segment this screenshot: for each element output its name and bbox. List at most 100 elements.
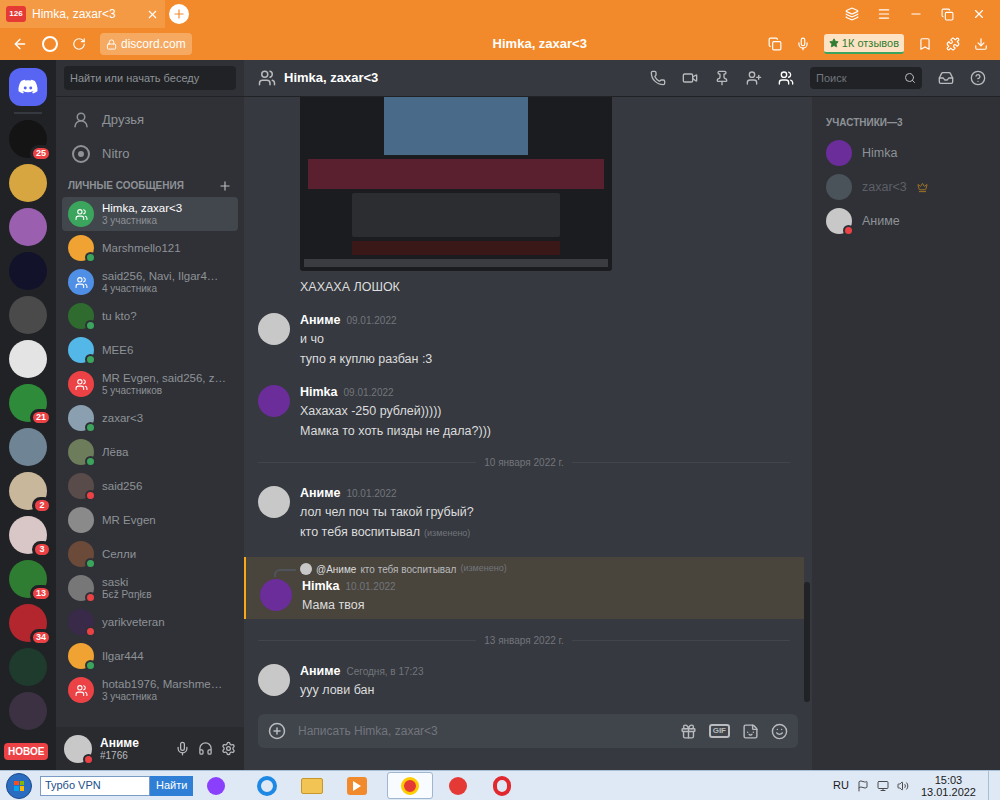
language-indicator[interactable]: RU — [833, 777, 849, 794]
server-icon[interactable]: 21 — [9, 384, 47, 422]
back-icon[interactable] — [12, 36, 28, 52]
avatar[interactable] — [258, 313, 290, 345]
yandex-browser-button[interactable] — [387, 772, 433, 799]
avatar[interactable] — [68, 235, 94, 261]
address-bar[interactable]: discord.com — [100, 33, 192, 55]
dm-item[interactable]: zaxar<3 — [62, 401, 238, 435]
dm-item[interactable]: tu kto? — [62, 299, 238, 333]
close-window-icon[interactable] — [972, 7, 986, 21]
server-icon[interactable]: 34 — [9, 604, 47, 642]
avatar[interactable] — [68, 609, 94, 635]
server-icon[interactable]: 2 — [9, 472, 47, 510]
dm-item[interactable]: yarikveteran — [62, 605, 238, 639]
message-author[interactable]: Аниме — [300, 311, 340, 329]
close-tab-icon[interactable] — [146, 8, 159, 21]
message-author[interactable]: Himka — [300, 383, 338, 401]
settings-icon[interactable] — [221, 741, 236, 756]
dm-item[interactable]: Лёва — [62, 435, 238, 469]
member-item[interactable]: zaxar<3 — [820, 170, 992, 204]
avatar[interactable] — [64, 735, 92, 763]
new-dm-icon[interactable] — [218, 179, 232, 193]
tabs-icon[interactable] — [845, 7, 859, 21]
add-member-icon[interactable] — [746, 70, 762, 86]
show-desktop-button[interactable] — [988, 771, 1000, 800]
home-button[interactable] — [9, 68, 47, 106]
server-icon[interactable] — [9, 648, 47, 686]
refresh-icon[interactable] — [72, 37, 86, 51]
yandex-icon[interactable] — [449, 777, 467, 795]
gif-button[interactable]: GIF — [709, 724, 730, 738]
nav-item[interactable]: Друзья — [62, 103, 238, 137]
reviews-pill[interactable]: 1К отзывов — [824, 34, 904, 55]
avatar[interactable] — [68, 507, 94, 533]
message-input[interactable]: Написать Himka, zaxar<3GIF — [258, 714, 798, 748]
mic-icon[interactable] — [175, 741, 190, 756]
network-icon[interactable] — [877, 780, 889, 792]
ie-icon[interactable] — [257, 776, 277, 796]
member-item[interactable]: Аниме — [820, 204, 992, 238]
download-icon[interactable] — [974, 37, 988, 51]
new-tab-button[interactable] — [169, 4, 189, 24]
server-icon[interactable] — [9, 692, 47, 730]
taskbar-search-button[interactable]: Найти — [150, 776, 193, 796]
opera-icon[interactable] — [493, 776, 511, 796]
avatar[interactable] — [68, 303, 94, 329]
call-icon[interactable] — [650, 70, 666, 86]
start-button[interactable] — [6, 773, 32, 799]
avatar[interactable] — [68, 337, 94, 363]
reply-preview[interactable]: @Анимекто тебя воспитывал(изменено) — [246, 561, 804, 577]
server-icon[interactable]: 3 — [9, 516, 47, 554]
server-icon[interactable]: 25 — [9, 120, 47, 158]
media-icon[interactable] — [347, 777, 367, 795]
avatar[interactable] — [68, 371, 94, 397]
image-attachment[interactable] — [300, 97, 612, 271]
dm-item[interactable]: said256 — [62, 469, 238, 503]
yandex-logo-icon[interactable] — [42, 36, 58, 52]
dm-search[interactable]: Найти или начать беседу — [64, 66, 236, 90]
chat-search[interactable]: Поиск — [810, 67, 922, 89]
server-icon[interactable] — [9, 428, 47, 466]
gift-icon[interactable] — [680, 723, 697, 740]
extensions-icon[interactable] — [946, 37, 960, 51]
video-icon[interactable] — [682, 70, 698, 86]
flag-icon[interactable] — [857, 780, 869, 792]
avatar[interactable] — [826, 140, 852, 166]
server-icon[interactable]: 13 — [9, 560, 47, 598]
nav-item[interactable]: Nitro — [62, 137, 238, 171]
attach-icon[interactable] — [268, 722, 286, 740]
clock[interactable]: 15:0313.01.2022 — [917, 774, 980, 798]
help-icon[interactable] — [970, 70, 986, 86]
mic-icon[interactable] — [796, 37, 810, 51]
dm-item[interactable]: MR Evgen — [62, 503, 238, 537]
volume-icon[interactable] — [897, 780, 909, 792]
avatar[interactable] — [826, 174, 852, 200]
sticker-icon[interactable] — [742, 723, 759, 740]
avatar[interactable] — [68, 439, 94, 465]
emoji-icon[interactable] — [771, 723, 788, 740]
avatar[interactable] — [68, 473, 94, 499]
folder-icon[interactable] — [301, 778, 323, 794]
avatar[interactable] — [260, 579, 292, 611]
message-author[interactable]: Аниме — [300, 662, 340, 680]
alice-icon[interactable] — [207, 777, 225, 795]
member-item[interactable]: Himka — [820, 136, 992, 170]
avatar[interactable] — [258, 385, 290, 417]
avatar[interactable] — [258, 486, 290, 518]
server-icon[interactable] — [9, 208, 47, 246]
dm-item[interactable]: hotab1976, Marshme…3 участника — [62, 673, 238, 707]
dm-item[interactable]: said256, Navi, Ilgar4…4 участника — [62, 265, 238, 299]
server-icon[interactable] — [9, 252, 47, 290]
dm-item[interactable]: Ilgar444 — [62, 639, 238, 673]
server-icon[interactable] — [9, 296, 47, 334]
server-icon[interactable] — [9, 340, 47, 378]
dm-item[interactable]: saskiБєž Pαŋłεв — [62, 571, 238, 605]
dm-item[interactable]: Himka, zaxar<33 участника — [62, 197, 238, 231]
avatar[interactable] — [68, 201, 94, 227]
dm-item[interactable]: MR Evgen, said256, z…5 участников — [62, 367, 238, 401]
avatar[interactable] — [68, 269, 94, 295]
menu-icon[interactable] — [877, 7, 891, 21]
avatar[interactable] — [68, 541, 94, 567]
taskbar-search[interactable]: Турбо VPN — [40, 776, 150, 796]
restore-icon[interactable] — [941, 8, 954, 21]
headphones-icon[interactable] — [198, 741, 213, 756]
